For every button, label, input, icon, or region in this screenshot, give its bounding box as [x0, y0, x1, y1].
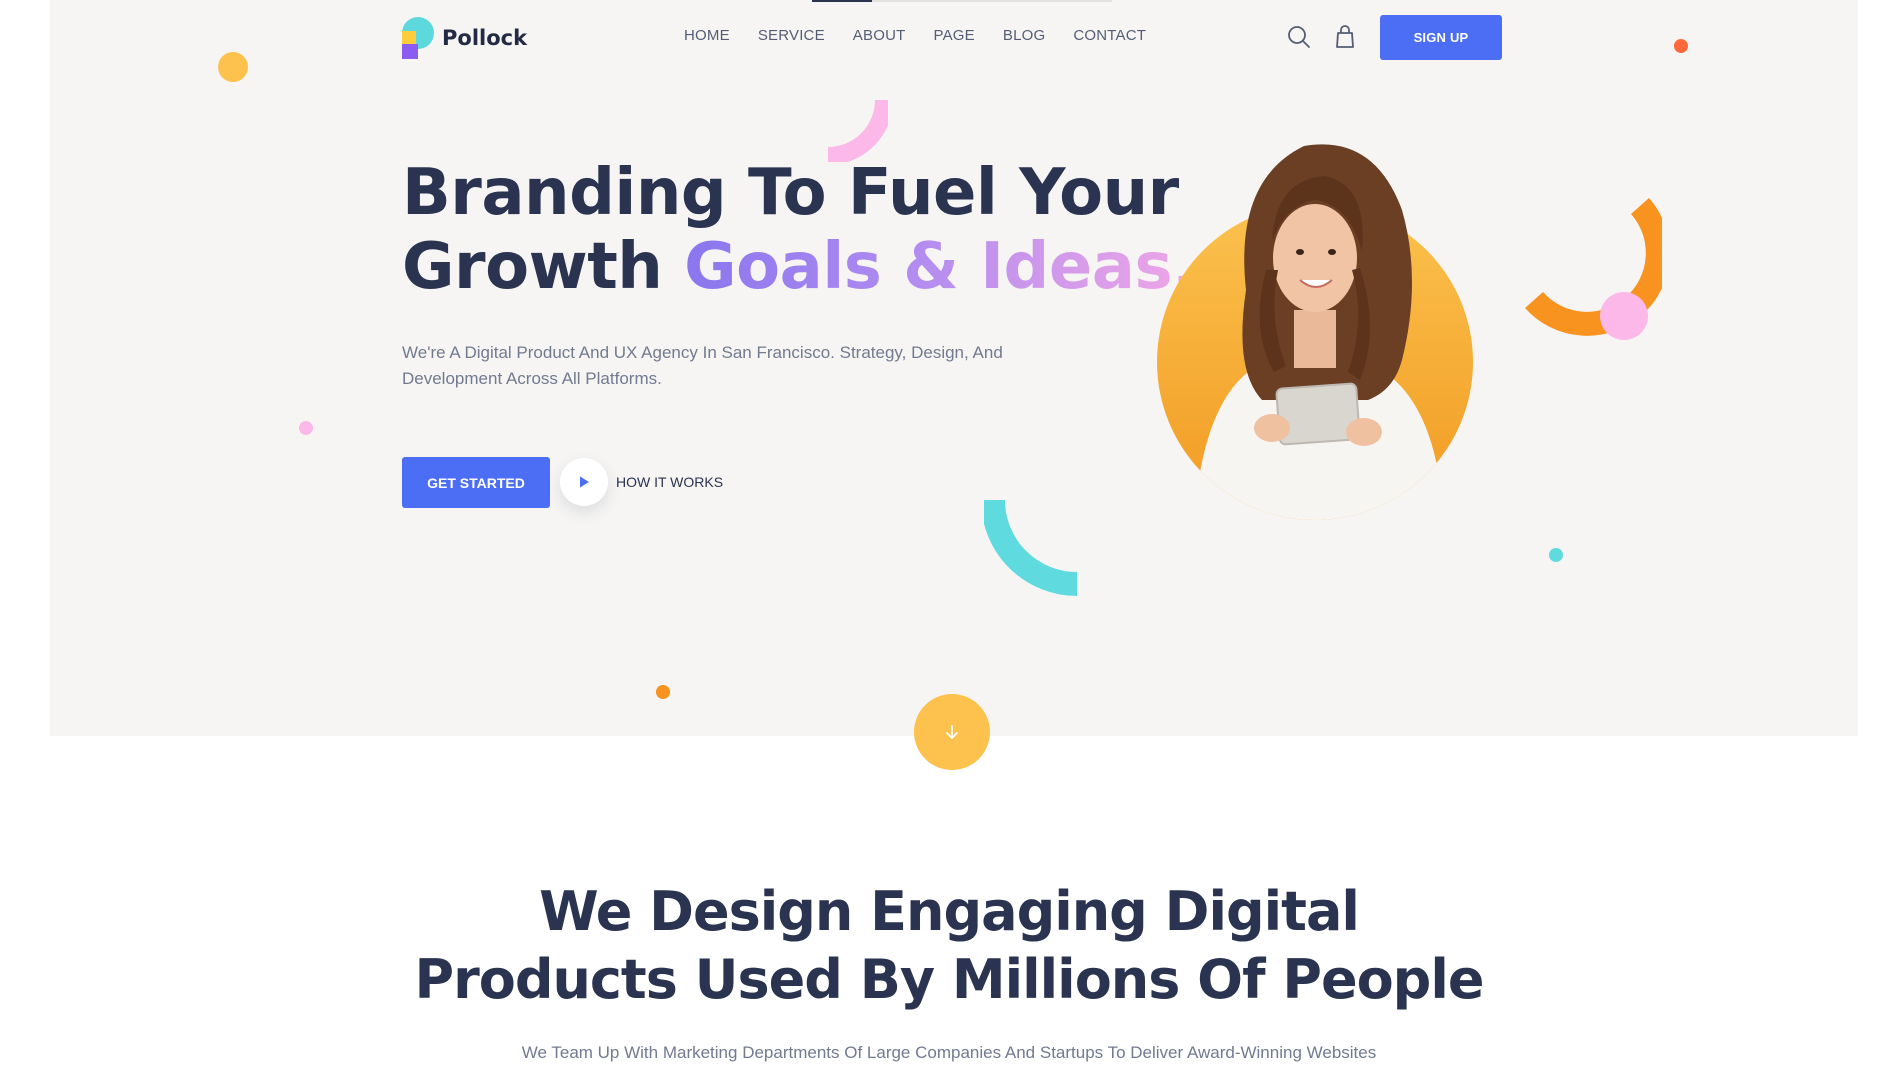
main-menu: HOME SERVICE ABOUT PAGE BLOG CONTACT	[684, 27, 1174, 44]
deco-pink-arc	[827, 99, 888, 162]
hero-portrait-image	[1157, 144, 1473, 520]
play-icon	[580, 476, 589, 488]
deco-pink-dot	[299, 421, 313, 435]
arrow-down-icon	[946, 725, 958, 739]
logo-mark-icon	[402, 17, 434, 59]
section-title-line2: Products Used By Millions Of People	[414, 948, 1485, 1011]
hero-title-line1: Branding To Fuel Your	[402, 156, 1179, 230]
nav-item-contact[interactable]: CONTACT	[1073, 27, 1146, 44]
brand-name: Pollock	[442, 26, 528, 50]
section-title: We Design Engaging Digital Products Used …	[0, 878, 1898, 1014]
play-video-button[interactable]	[560, 458, 608, 506]
how-it-works-link[interactable]: HOW IT WORKS	[616, 474, 723, 490]
deco-teal-dot	[1549, 548, 1563, 562]
top-navigation: Pollock HOME SERVICE ABOUT PAGE BLOG CON…	[0, 0, 1898, 76]
deco-pink-circle	[1600, 292, 1648, 340]
deco-orange-dot	[656, 685, 670, 699]
deco-teal-arc	[984, 499, 1078, 596]
signup-button[interactable]: SIGN UP	[1380, 15, 1502, 60]
hero-subtitle: We're A Digital Product And UX Agency In…	[402, 343, 1003, 388]
scroll-down-button[interactable]	[914, 694, 990, 770]
nav-item-about[interactable]: ABOUT	[853, 27, 906, 44]
brand-logo[interactable]: Pollock	[402, 16, 527, 60]
nav-item-home[interactable]: HOME	[684, 27, 730, 44]
hero-title: Branding To Fuel Your Growth Goals & Idea…	[402, 156, 1196, 304]
hero-title-line2: Growth	[402, 230, 685, 304]
nav-item-page[interactable]: PAGE	[933, 27, 974, 44]
get-started-button[interactable]: GET STARTED	[402, 457, 550, 508]
nav-item-service[interactable]: SERVICE	[758, 27, 825, 44]
hero-title-highlight: Goals & Ideas.	[684, 230, 1196, 304]
nav-item-blog[interactable]: BLOG	[1003, 27, 1045, 44]
search-icon[interactable]	[1286, 24, 1312, 50]
section-subtitle: We Team Up With Marketing Departments Of…	[521, 1043, 1377, 1062]
shopping-bag-icon[interactable]	[1332, 24, 1358, 50]
section-title-line1: We Design Engaging Digital	[539, 880, 1360, 943]
